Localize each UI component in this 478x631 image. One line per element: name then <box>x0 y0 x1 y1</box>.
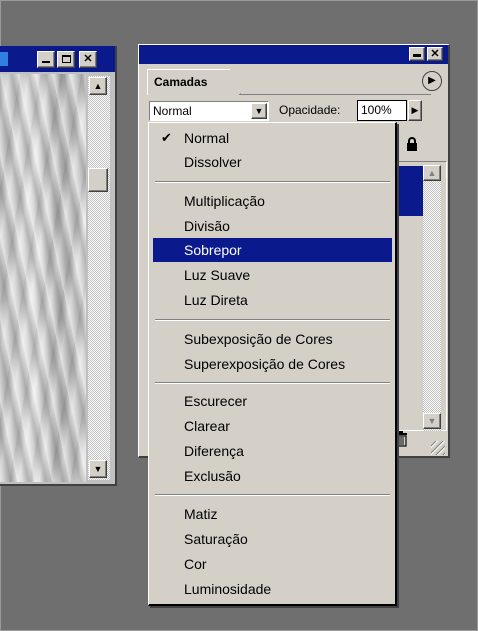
resize-grip-icon[interactable] <box>431 441 445 455</box>
menu-item-luminosidade[interactable]: Luminosidade <box>153 577 392 601</box>
lock-icon[interactable] <box>405 137 419 151</box>
image-vertical-scrollbar[interactable]: ▲ ▼ <box>88 76 110 480</box>
minimize-button[interactable] <box>37 51 55 68</box>
palette-minimize-icon <box>413 54 421 57</box>
checkmark-icon: ✔ <box>161 130 172 145</box>
menu-item-matiz[interactable]: Matiz <box>153 502 392 526</box>
scroll-thumb[interactable] <box>88 168 108 192</box>
tab-divider <box>239 94 431 95</box>
menu-item-subexposicao-de-cores[interactable]: Subexposição de Cores <box>153 327 392 351</box>
opacity-arrow-icon: ▶ <box>411 105 419 115</box>
image-window-titlebar[interactable]: ✕ <box>0 46 115 72</box>
menu-item-label: Subexposição de Cores <box>184 331 333 347</box>
dropdown-arrow-icon: ▼ <box>254 106 264 116</box>
layer-list-scrollbar[interactable]: ▲ ▼ <box>423 165 441 431</box>
menu-item-label: Divisão <box>184 218 230 234</box>
menu-item-luz-suave[interactable]: Luz Suave <box>153 263 392 287</box>
menu-item-label: Superexposição de Cores <box>184 356 346 372</box>
opacity-label: Opacidade: <box>279 103 341 117</box>
menu-item-label: Luz Direta <box>184 292 248 308</box>
tab-camadas[interactable]: Camadas <box>147 69 241 95</box>
scroll-down-button[interactable]: ▼ <box>89 460 107 478</box>
menu-item-sobrepor[interactable]: Sobrepor <box>153 238 392 262</box>
palette-titlebar[interactable]: ✕ <box>139 45 448 64</box>
layer-scroll-up-button[interactable]: ▲ <box>423 165 441 181</box>
scroll-down-icon: ▼ <box>427 416 437 426</box>
menu-item-label: Escurecer <box>184 393 248 409</box>
menu-item-normal[interactable]: ✔ Normal <box>153 126 392 150</box>
maximize-button[interactable] <box>57 51 75 68</box>
menu-item-exclusao[interactable]: Exclusão <box>153 464 392 488</box>
menu-separator <box>155 494 390 496</box>
minimize-icon <box>42 61 50 63</box>
layer-scroll-down-button[interactable]: ▼ <box>423 413 441 429</box>
menu-separator <box>155 382 390 384</box>
menu-item-label: Matiz <box>184 506 218 522</box>
menu-item-label: Luz Suave <box>184 267 251 283</box>
menu-item-label: Normal <box>184 130 230 146</box>
blend-mode-select[interactable]: Normal ▼ <box>149 101 269 121</box>
titlebar-accent <box>0 52 8 66</box>
scroll-down-icon: ▼ <box>93 464 103 474</box>
menu-item-label: Diferença <box>184 443 244 459</box>
menu-item-multiplicacao[interactable]: Multiplicação <box>153 189 392 213</box>
menu-item-luz-direta[interactable]: Luz Direta <box>153 288 392 312</box>
blend-mode-menu[interactable]: ✔ Normal Dissolver Multiplicação Divisão… <box>148 122 397 606</box>
menu-item-escurecer[interactable]: Escurecer <box>153 389 392 413</box>
palette-menu-button[interactable]: ▶ <box>422 71 442 91</box>
maximize-icon <box>61 55 71 63</box>
menu-item-label: Exclusão <box>184 468 241 484</box>
opacity-slider-button[interactable]: ▶ <box>408 100 422 121</box>
menu-separator <box>155 319 390 321</box>
palette-minimize-button[interactable] <box>409 47 425 61</box>
menu-item-divisao[interactable]: Divisão <box>153 214 392 238</box>
menu-item-diferenca[interactable]: Diferença <box>153 439 392 463</box>
blend-mode-value: Normal <box>153 104 192 118</box>
scroll-up-icon: ▲ <box>427 168 437 178</box>
menu-item-label: Sobrepor <box>184 242 242 258</box>
menu-separator <box>155 181 390 183</box>
opacity-input[interactable]: 100% <box>357 100 407 121</box>
palette-close-icon: ✕ <box>430 48 440 60</box>
menu-item-label: Clarear <box>184 418 230 434</box>
scroll-up-icon: ▲ <box>93 81 103 91</box>
menu-item-superexposicao-de-cores[interactable]: Superexposição de Cores <box>153 352 392 376</box>
close-icon: ✕ <box>83 53 93 65</box>
menu-item-clarear[interactable]: Clarear <box>153 414 392 438</box>
palette-menu-arrow-icon: ▶ <box>428 75 436 86</box>
menu-item-label: Multiplicação <box>184 193 265 209</box>
menu-item-label: Cor <box>184 556 207 572</box>
menu-item-dissolver[interactable]: Dissolver <box>153 150 392 174</box>
close-button[interactable]: ✕ <box>79 51 97 68</box>
image-canvas[interactable] <box>0 74 86 482</box>
menu-item-label: Luminosidade <box>184 581 272 597</box>
tab-camadas-label: Camadas <box>154 75 208 89</box>
menu-item-saturacao[interactable]: Saturação <box>153 527 392 551</box>
menu-item-cor[interactable]: Cor <box>153 552 392 576</box>
scroll-up-button[interactable]: ▲ <box>89 77 107 95</box>
menu-item-label: Dissolver <box>184 154 242 170</box>
image-window[interactable]: ✕ ▲ ▼ <box>0 46 117 486</box>
palette-close-button[interactable]: ✕ <box>427 47 443 61</box>
menu-item-label: Saturação <box>184 531 248 547</box>
blend-mode-dropdown-button[interactable]: ▼ <box>251 103 267 119</box>
